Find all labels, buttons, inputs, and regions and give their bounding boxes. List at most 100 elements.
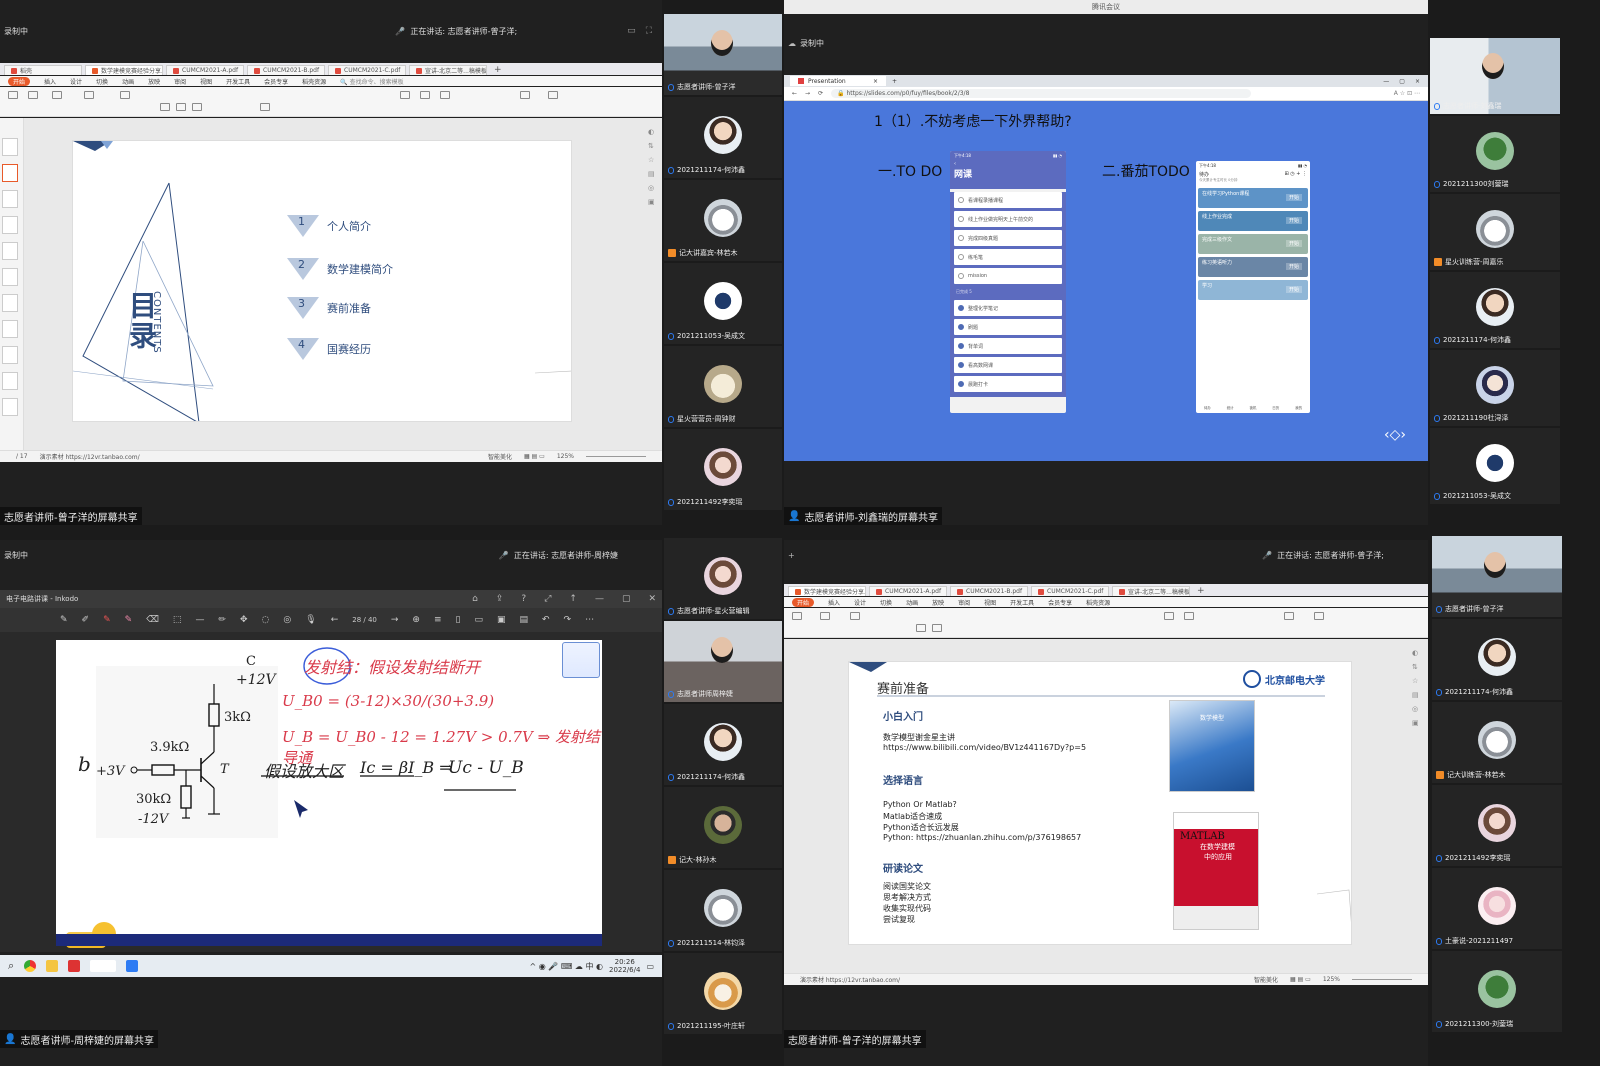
participant-tile[interactable]: 土豪说-2021211497 [1432, 868, 1562, 949]
browser-tab[interactable]: Presentation × [790, 76, 886, 86]
meeting-app-icon[interactable] [126, 960, 139, 972]
textbox-icon[interactable] [400, 91, 410, 99]
select-icon[interactable] [548, 91, 558, 99]
close-tab-icon[interactable]: × [873, 78, 878, 85]
menu-docer[interactable]: 稻壳资源 [1086, 598, 1110, 607]
view-buttons[interactable]: ▦ ▤ ▭ [524, 453, 545, 460]
menu-member[interactable]: 会员专享 [264, 77, 288, 86]
chrome-icon[interactable] [24, 960, 37, 972]
underline-icon[interactable] [192, 103, 202, 111]
undo-icon[interactable]: ↶ [542, 615, 550, 625]
home-icon[interactable]: ⌂ [472, 594, 478, 604]
maximize-icon[interactable]: ▢ [622, 594, 631, 604]
share-icon[interactable]: ⇪ [496, 594, 504, 604]
side-tool-icon[interactable]: ◐ [648, 128, 660, 136]
textbox-icon[interactable] [1164, 612, 1174, 620]
participant-tile[interactable]: 志愿者讲师-刘鑫瑞 [1430, 38, 1560, 114]
menu-view[interactable]: 视图 [200, 77, 212, 86]
menu-review[interactable]: 审阅 [174, 77, 186, 86]
participant-tile[interactable]: 记大讲嘉宾-林若木 [664, 180, 782, 261]
participant-tile[interactable]: 2021211174-何沛鑫 [1432, 619, 1562, 700]
select-icon[interactable]: ⬚ [173, 615, 182, 625]
menu-animation[interactable]: 动画 [122, 77, 134, 86]
upload-icon[interactable]: ↑ [569, 594, 577, 604]
side-tool-icon[interactable]: ◎ [648, 184, 660, 192]
search-icon[interactable]: ⌕ [8, 959, 14, 973]
minimize-icon[interactable]: — [1383, 78, 1389, 85]
close-icon[interactable]: ✕ [648, 594, 656, 604]
view-buttons[interactable]: ▦ ▤ ▭ [1290, 976, 1311, 983]
slide-thumbnail[interactable] [2, 268, 18, 286]
paste-icon[interactable] [8, 91, 18, 99]
wps-tab-active[interactable]: 数学建模竞赛经验分享.pptx [85, 65, 163, 75]
menu-developer[interactable]: 开发工具 [226, 77, 250, 86]
wps-tab[interactable]: 宣讲-北京二等...稿模板.pdf [1112, 586, 1190, 596]
browser-extensions[interactable]: A ☆ ⊡ ⋯ [1394, 90, 1420, 97]
participant-tile[interactable]: 2021211174-何沛鑫 [664, 97, 782, 178]
maximize-icon[interactable]: ▢ [1399, 78, 1405, 85]
cut-icon[interactable] [28, 91, 38, 99]
slide-thumbnail[interactable] [2, 398, 18, 416]
participant-tile[interactable]: 2021211053-吴成文 [1430, 428, 1560, 504]
mic-icon[interactable]: 🎙 [305, 615, 316, 625]
wps-icon[interactable] [68, 960, 81, 972]
select-icon[interactable] [1314, 612, 1324, 620]
notification-icon[interactable]: ▭ [646, 962, 654, 971]
participant-tile[interactable]: 志愿者讲师周梓婕 [664, 621, 782, 702]
participant-tile[interactable]: 2021211492李奕瑶 [1432, 785, 1562, 866]
save-icon[interactable]: ▣ [497, 615, 506, 625]
move-icon[interactable]: ✥ [240, 615, 248, 625]
pen-pink-icon[interactable]: ✎ [125, 615, 133, 625]
menu-slideshow[interactable]: 放映 [148, 77, 160, 86]
slide-nav-arrows-icon[interactable]: ‹◇› [1380, 427, 1410, 451]
forward-icon[interactable]: → [805, 90, 810, 97]
wps-tab-active[interactable]: 数学建模竞赛经验分享.pptx [788, 586, 866, 596]
menu-view[interactable]: 视图 [984, 598, 996, 607]
wps-tab[interactable]: CUMCM2021-A.pdf [869, 586, 947, 596]
pencil-icon[interactable]: ✏ [218, 615, 226, 625]
pen-red-icon[interactable]: ✎ [103, 615, 111, 625]
play-icon[interactable] [820, 612, 830, 620]
slide-thumbnail[interactable] [2, 216, 18, 234]
help-icon[interactable]: ? [521, 594, 526, 604]
menu-transition[interactable]: 切换 [880, 598, 892, 607]
participant-tile[interactable]: 记大训练营-林若木 [1432, 702, 1562, 783]
zoom-slider[interactable] [1352, 979, 1412, 980]
menu-insert[interactable]: 插入 [828, 598, 840, 607]
zoom-icon[interactable]: ⊕ [412, 615, 420, 625]
new-slide-icon[interactable] [850, 612, 860, 620]
slide-thumbnail-active[interactable] [2, 164, 18, 182]
wps-tab[interactable]: CUMCM2021-C.pdf [1031, 586, 1109, 596]
participant-tile[interactable]: 2021211190杜浔泽 [1430, 350, 1560, 426]
close-icon[interactable]: × [1415, 78, 1420, 85]
italic-icon[interactable] [932, 624, 942, 632]
menu-developer[interactable]: 开发工具 [1010, 598, 1034, 607]
minimize-icon[interactable]: — [595, 594, 604, 604]
participant-tile[interactable]: 星火营营员-周钟财 [664, 346, 782, 427]
window-layout-icon[interactable]: ▭ [627, 26, 636, 36]
participant-tile[interactable]: 志愿者讲师-曾子洋 [1432, 536, 1562, 617]
menu-design[interactable]: 设计 [70, 77, 82, 86]
refresh-icon[interactable]: ⟳ [818, 90, 823, 97]
participant-tile[interactable]: 记大-林孙木 [664, 787, 782, 868]
menu-slideshow[interactable]: 放映 [932, 598, 944, 607]
pen-icon[interactable]: ✎ [60, 615, 68, 625]
slide-thumbnail[interactable] [2, 242, 18, 260]
picture-icon[interactable] [440, 91, 450, 99]
search-command[interactable]: 🔍 查找命令、搜索模板 [340, 77, 403, 86]
participant-tile[interactable]: 2021211174-何沛鑫 [1430, 272, 1560, 348]
side-tool-icon[interactable]: ☆ [648, 156, 660, 164]
side-tool-icon[interactable]: ▣ [648, 198, 660, 206]
slide-thumbnail[interactable] [2, 138, 18, 156]
prev-page-icon[interactable]: ← [331, 615, 339, 625]
menu-start[interactable]: 开始 [792, 597, 815, 607]
blank-app-icon[interactable] [90, 960, 117, 972]
wps-tab[interactable]: CUMCM2021-A.pdf [166, 65, 244, 75]
wps-tab[interactable]: 宣讲-北京二等...稿模板.pdf [409, 65, 487, 75]
participant-tile[interactable]: 2021211174-何沛鑫 [664, 704, 782, 785]
zoom-slider[interactable] [586, 456, 646, 457]
layers-icon[interactable]: ◎ [283, 615, 291, 625]
find-icon[interactable] [520, 91, 530, 99]
lasso-icon[interactable]: ◌ [262, 615, 270, 625]
participant-tile[interactable]: 2021211300-刘蓥瑞 [1432, 951, 1562, 1032]
